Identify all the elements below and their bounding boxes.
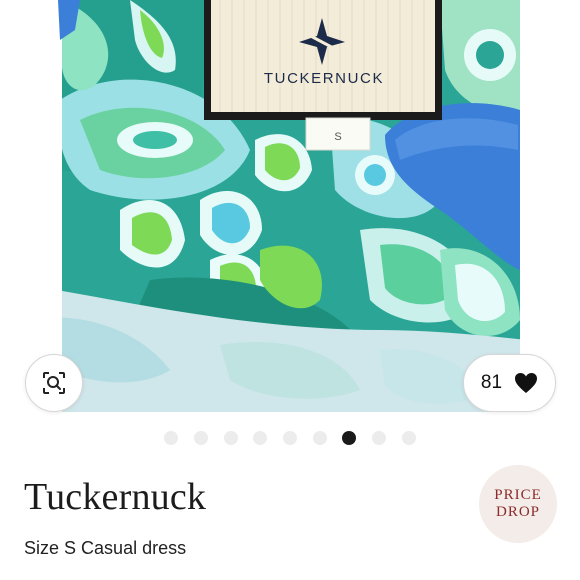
listing-category[interactable]: Casual dress [81, 538, 186, 558]
size-tag-text: S [334, 131, 341, 143]
price-drop-badge: PRICE DROP [479, 465, 557, 543]
visual-search-button[interactable] [25, 354, 83, 412]
heart-icon [515, 373, 538, 393]
price-drop-line2: DROP [495, 504, 540, 520]
product-photo[interactable]: TUCKERNUCK S [0, 0, 580, 412]
like-count: 81 [480, 372, 503, 393]
carousel-dot[interactable] [164, 431, 178, 445]
carousel-dot[interactable] [283, 431, 297, 445]
carousel-dot[interactable] [224, 431, 238, 445]
carousel-dot[interactable] [194, 431, 208, 445]
price-drop-line1: PRICE [494, 487, 542, 503]
listing-brand[interactable]: Tuckernuck [24, 474, 206, 520]
carousel-indicators [0, 431, 580, 447]
carousel-dot[interactable] [313, 431, 327, 445]
carousel-dot[interactable] [253, 431, 267, 445]
carousel-dot[interactable] [402, 431, 416, 445]
like-button[interactable]: 81 [463, 354, 556, 412]
carousel-dot[interactable] [372, 431, 386, 445]
listing-meta: Size S Casual dress [24, 536, 186, 560]
label-brand-text: TUCKERNUCK [264, 70, 384, 87]
image-search-icon [43, 372, 65, 394]
carousel-dot-active[interactable] [342, 431, 356, 445]
dress-pattern-image: TUCKERNUCK S [0, 0, 580, 412]
listing-size: Size S [24, 538, 77, 558]
